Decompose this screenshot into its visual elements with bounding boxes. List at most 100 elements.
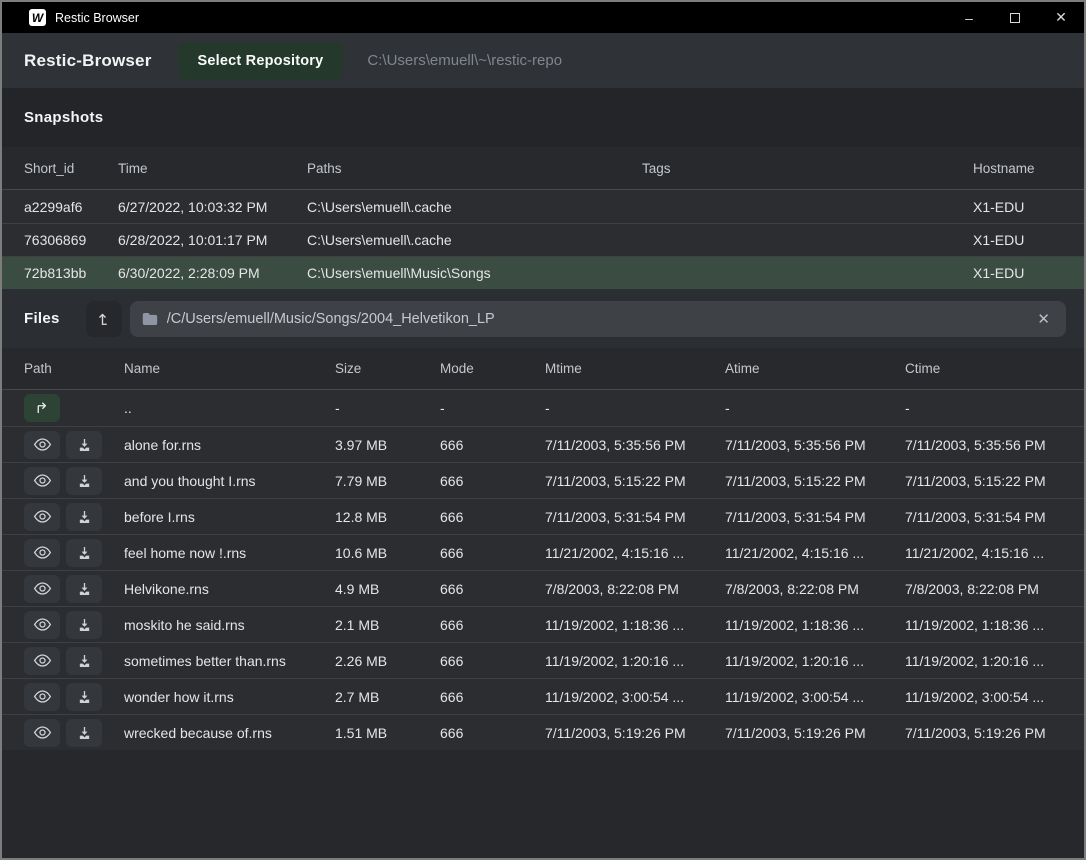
- file-row[interactable]: alone for.rns3.97 MB6667/11/2003, 5:35:5…: [2, 426, 1084, 462]
- file-name: feel home now !.rns: [124, 545, 335, 561]
- file-row[interactable]: before I.rns12.8 MB6667/11/2003, 5:31:54…: [2, 498, 1084, 534]
- download-icon: [76, 509, 93, 525]
- file-mtime: 7/11/2003, 5:19:26 PM: [545, 725, 725, 741]
- preview-file-button[interactable]: [24, 575, 60, 603]
- eye-icon: [33, 689, 52, 704]
- file-row[interactable]: feel home now !.rns10.6 MB66611/21/2002,…: [2, 534, 1084, 570]
- maximize-icon: [1010, 13, 1020, 23]
- file-ctime: 11/19/2002, 1:18:36 ...: [905, 617, 1062, 633]
- file-row[interactable]: Helvikone.rns4.9 MB6667/8/2003, 8:22:08 …: [2, 570, 1084, 606]
- file-atime: 7/11/2003, 5:31:54 PM: [725, 509, 905, 525]
- file-row[interactable]: wrecked because of.rns1.51 MB6667/11/200…: [2, 714, 1084, 750]
- download-file-button[interactable]: [66, 719, 102, 747]
- file-atime: 7/8/2003, 8:22:08 PM: [725, 581, 905, 597]
- file-name: ..: [124, 400, 335, 416]
- eye-icon: [33, 473, 52, 488]
- goto-root-button[interactable]: [86, 301, 122, 337]
- file-row[interactable]: wonder how it.rns2.7 MB66611/19/2002, 3:…: [2, 678, 1084, 714]
- file-row[interactable]: moskito he said.rns2.1 MB666 11/19/2002, …: [2, 606, 1084, 642]
- up-directory-button[interactable]: [24, 394, 60, 422]
- preview-file-button[interactable]: [24, 683, 60, 711]
- download-file-button[interactable]: [66, 575, 102, 603]
- files-col-atime: Atime: [725, 361, 905, 376]
- file-atime: 11/19/2002, 1:18:36 ...: [725, 617, 905, 633]
- download-icon: [76, 437, 93, 453]
- preview-file-button[interactable]: [24, 431, 60, 459]
- file-size: 2.1 MB: [335, 617, 440, 633]
- select-repository-button[interactable]: Select Repository: [178, 42, 344, 80]
- snapshots-col-paths: Paths: [307, 161, 642, 176]
- file-size: 4.9 MB: [335, 581, 440, 597]
- download-file-button[interactable]: [66, 647, 102, 675]
- snapshot-row[interactable]: 76306869 6/28/2022, 10:01:17 PM C:\Users…: [2, 223, 1084, 256]
- close-button[interactable]: ✕: [1038, 2, 1084, 33]
- snapshot-row[interactable]: a2299af6 6/27/2022, 10:03:32 PM C:\Users…: [2, 190, 1084, 223]
- file-atime: 7/11/2003, 5:35:56 PM: [725, 437, 905, 453]
- file-size: 2.26 MB: [335, 653, 440, 669]
- file-atime: 11/19/2002, 3:00:54 ...: [725, 689, 905, 705]
- snapshot-time: 6/28/2022, 10:01:17 PM: [118, 232, 307, 248]
- file-size: 7.79 MB: [335, 473, 440, 489]
- eye-icon: [33, 437, 52, 452]
- download-file-button[interactable]: [66, 467, 102, 495]
- file-size: -: [335, 400, 440, 416]
- eye-icon: [33, 509, 52, 524]
- file-row[interactable]: sometimes better than.rns2.26 MB66611/19…: [2, 642, 1084, 678]
- maximize-button[interactable]: [992, 2, 1038, 33]
- file-name: wrecked because of.rns: [124, 725, 335, 741]
- minimize-button[interactable]: –: [946, 2, 992, 33]
- file-row[interactable]: and you thought I.rns7.79 MB6667/11/2003…: [2, 462, 1084, 498]
- file-size: 2.7 MB: [335, 689, 440, 705]
- snapshots-col-time: Time: [118, 161, 307, 176]
- download-icon: [76, 545, 93, 561]
- restic-browser-window: W Restic Browser – ✕ Restic-Browser Sele…: [0, 0, 1086, 860]
- download-file-button[interactable]: [66, 503, 102, 531]
- preview-file-button[interactable]: [24, 503, 60, 531]
- file-ctime: 7/11/2003, 5:19:26 PM: [905, 725, 1062, 741]
- snapshot-row-selected[interactable]: 72b813bb 6/30/2022, 2:28:09 PM C:\Users\…: [2, 256, 1084, 289]
- file-atime: 7/11/2003, 5:15:22 PM: [725, 473, 905, 489]
- download-file-button[interactable]: [66, 611, 102, 639]
- snapshot-paths: C:\Users\emuell\Music\Songs: [307, 265, 642, 281]
- file-mtime: 7/8/2003, 8:22:08 PM: [545, 581, 725, 597]
- file-name: moskito he said.rns: [124, 617, 335, 633]
- file-size: 10.6 MB: [335, 545, 440, 561]
- file-ctime: 7/11/2003, 5:35:56 PM: [905, 437, 1062, 453]
- file-atime: -: [725, 400, 905, 416]
- download-icon: [76, 653, 93, 669]
- file-ctime: 7/11/2003, 5:15:22 PM: [905, 473, 1062, 489]
- snapshot-time: 6/27/2022, 10:03:32 PM: [118, 199, 307, 215]
- parent-directory-row[interactable]: .. - - - - -: [2, 390, 1084, 426]
- preview-file-button[interactable]: [24, 539, 60, 567]
- eye-icon: [33, 545, 52, 560]
- file-name: alone for.rns: [124, 437, 335, 453]
- app-header: Restic-Browser Select Repository C:\User…: [2, 33, 1084, 88]
- file-name: Helvikone.rns: [124, 581, 335, 597]
- clear-path-button[interactable]: ✕: [1033, 310, 1054, 328]
- snapshots-col-tags: Tags: [642, 161, 973, 176]
- files-col-size: Size: [335, 361, 440, 376]
- download-file-button[interactable]: [66, 431, 102, 459]
- file-name: and you thought I.rns: [124, 473, 335, 489]
- file-mode: 666: [440, 617, 545, 633]
- snapshot-hostname: X1-EDU: [973, 265, 1062, 281]
- files-heading: Files: [24, 310, 60, 327]
- clear-icon: ✕: [1037, 311, 1050, 328]
- download-file-button[interactable]: [66, 683, 102, 711]
- preview-file-button[interactable]: [24, 467, 60, 495]
- snapshots-col-hostname: Hostname: [973, 161, 1062, 176]
- snapshot-hostname: X1-EDU: [973, 232, 1062, 248]
- repository-path: C:\Users\emuell\~\restic-repo: [367, 52, 562, 69]
- file-size: 3.97 MB: [335, 437, 440, 453]
- files-col-ctime: Ctime: [905, 361, 1062, 376]
- file-mode: 666: [440, 689, 545, 705]
- files-path-breadcrumb[interactable]: /C/Users/emuell/Music/Songs/2004_Helveti…: [130, 301, 1066, 337]
- download-icon: [76, 473, 93, 489]
- preview-file-button[interactable]: [24, 719, 60, 747]
- eye-icon: [33, 581, 52, 596]
- download-file-button[interactable]: [66, 539, 102, 567]
- files-section-header: Files /C/Users/emuell/Music/Songs/2004_H…: [2, 289, 1084, 348]
- preview-file-button[interactable]: [24, 647, 60, 675]
- preview-file-button[interactable]: [24, 611, 60, 639]
- file-atime: 11/19/2002, 1:20:16 ...: [725, 653, 905, 669]
